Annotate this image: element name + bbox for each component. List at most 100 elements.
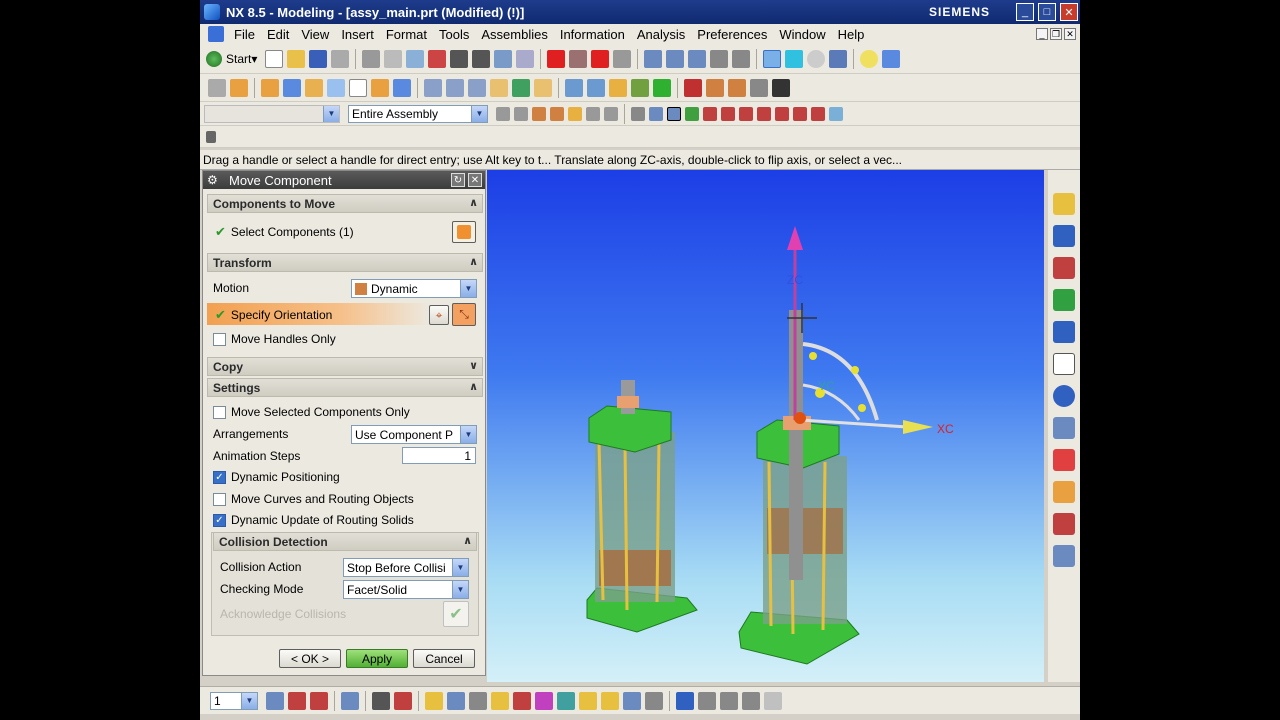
window-select-icon[interactable] — [631, 106, 645, 121]
chevron-up-icon[interactable]: ∧ — [463, 534, 472, 547]
show-hide-icon[interactable] — [447, 691, 465, 710]
pen-icon[interactable] — [763, 49, 782, 68]
dynamic-positioning-checkbox[interactable]: ✓ — [213, 470, 226, 484]
xc-arrow-icon[interactable] — [903, 420, 933, 434]
menu-analysis[interactable]: Analysis — [631, 27, 691, 42]
toolbar-grip-icon[interactable] — [206, 130, 216, 143]
alert-icon[interactable] — [547, 49, 566, 68]
selection-icon[interactable] — [516, 49, 535, 68]
menu-window[interactable]: Window — [773, 27, 831, 42]
snap-plus-icon[interactable] — [793, 106, 807, 121]
reference-set-icon[interactable] — [631, 78, 649, 97]
group-header-transform[interactable]: Transform ∧ — [207, 253, 483, 272]
pointer-icon[interactable] — [710, 49, 729, 68]
chevron-down-icon[interactable]: ∨ — [469, 359, 478, 372]
group-header-collision[interactable]: Collision Detection ∧ — [213, 532, 477, 551]
constraint-icon[interactable] — [587, 78, 605, 97]
menu-information[interactable]: Information — [554, 27, 631, 42]
snap-arc-center-icon[interactable] — [775, 106, 789, 121]
move-component-icon[interactable] — [565, 78, 583, 97]
dynamic-positioning-row[interactable]: ✓ Dynamic Positioning — [213, 470, 340, 484]
copy-to-layer-icon[interactable] — [310, 691, 328, 710]
measure-icon[interactable] — [645, 691, 663, 710]
delete-icon[interactable] — [428, 49, 447, 68]
ok-button[interactable]: < OK > — [279, 649, 341, 668]
pattern-icon[interactable] — [534, 78, 552, 97]
next-icon[interactable] — [688, 49, 707, 68]
assembly-model-view[interactable]: ZC YC XC — [487, 170, 1044, 682]
group-header-components[interactable]: Components to Move ∧ — [207, 194, 483, 213]
group-header-copy[interactable]: Copy ∨ — [207, 357, 483, 376]
layer-settings-icon[interactable] — [266, 691, 284, 710]
menu-help[interactable]: Help — [832, 27, 871, 42]
update-icon[interactable] — [644, 49, 663, 68]
grid-table-icon[interactable] — [742, 691, 760, 710]
sun-icon[interactable] — [491, 691, 509, 710]
snap-existing-icon[interactable] — [685, 106, 699, 121]
edit-object-display-icon[interactable] — [425, 691, 443, 710]
chevron-down-icon[interactable]: ▼ — [460, 280, 476, 297]
csys-dialog-button[interactable]: ⤡ — [452, 303, 476, 326]
zoom-icon[interactable] — [720, 691, 738, 710]
chamfer-icon[interactable] — [512, 78, 530, 97]
menu-tools[interactable]: Tools — [433, 27, 475, 42]
bulb-icon[interactable] — [860, 49, 879, 68]
revolve-icon[interactable] — [327, 78, 345, 97]
move-selected-checkbox[interactable] — [213, 405, 226, 419]
unblank-icon[interactable] — [535, 691, 553, 710]
close-button[interactable]: ✕ — [1060, 3, 1078, 21]
animation-steps-input[interactable]: 1 — [402, 447, 476, 464]
shade-icon[interactable] — [807, 49, 826, 68]
start-button[interactable]: Start ▾ — [200, 50, 263, 67]
minimize-button[interactable]: _ — [1016, 3, 1034, 21]
collision-action-select[interactable]: Stop Before Collisi ▼ — [343, 558, 469, 577]
fit-icon[interactable] — [557, 691, 575, 710]
curve-icon[interactable] — [728, 78, 746, 97]
paste-icon[interactable] — [406, 49, 425, 68]
cut-icon[interactable] — [362, 49, 381, 68]
snap-grid-icon[interactable] — [394, 691, 412, 710]
assembly-navigator-tab-icon[interactable] — [1053, 193, 1075, 215]
chevron-down-icon[interactable]: ▼ — [452, 559, 468, 576]
mdi-close-icon[interactable]: ✕ — [1064, 28, 1076, 40]
redo-icon[interactable] — [472, 49, 491, 68]
mdi-restore-icon[interactable]: ❐ — [1050, 28, 1062, 40]
new-icon[interactable] — [265, 49, 284, 68]
chevron-down-icon[interactable]: ▼ — [241, 692, 257, 709]
gear-icon[interactable]: ⚙ — [207, 173, 221, 187]
section-icon[interactable] — [623, 691, 641, 710]
copy-icon[interactable] — [384, 49, 403, 68]
process-studio-tab-icon[interactable] — [1053, 449, 1075, 471]
system-scenes-tab-icon[interactable] — [1053, 513, 1075, 535]
check-icon[interactable] — [653, 78, 671, 97]
grid-icon[interactable] — [372, 691, 390, 710]
blend-icon[interactable] — [490, 78, 508, 97]
snap-pole-icon[interactable] — [811, 106, 825, 121]
chevron-up-icon[interactable]: ∧ — [469, 255, 478, 268]
snap-face-icon[interactable] — [829, 106, 843, 121]
reuse-library-tab-icon[interactable] — [1053, 289, 1075, 311]
sketch-icon[interactable] — [261, 78, 279, 97]
box-icon[interactable] — [283, 78, 301, 97]
add-component-icon[interactable] — [230, 78, 248, 97]
wcs-icon[interactable] — [341, 691, 359, 710]
mate-icon[interactable] — [609, 78, 627, 97]
point-dialog-button[interactable]: ⌖ — [429, 305, 449, 325]
arrangements-select[interactable]: Use Component P ▼ — [351, 425, 477, 444]
snap-control-icon[interactable] — [721, 106, 735, 121]
snap-center-icon[interactable] — [568, 106, 582, 121]
datum-icon[interactable] — [349, 78, 367, 97]
select-components-button[interactable] — [452, 221, 476, 243]
view-cube-icon[interactable] — [829, 49, 848, 68]
chevron-up-icon[interactable]: ∧ — [469, 196, 478, 209]
snap-end-icon[interactable] — [532, 106, 546, 121]
type-filter-combo[interactable]: ▼ — [204, 104, 340, 123]
c-icon[interactable] — [785, 49, 804, 68]
snap-quadrant-icon[interactable] — [586, 106, 600, 121]
snap-point-icon[interactable] — [514, 106, 528, 121]
system-materials-tab-icon[interactable] — [1053, 417, 1075, 439]
move-handles-only-row[interactable]: Move Handles Only — [213, 332, 336, 346]
part-navigator-tab-icon[interactable] — [1053, 257, 1075, 279]
snap-toggle-icon[interactable] — [667, 106, 681, 121]
snap-mid-icon[interactable] — [550, 106, 564, 121]
